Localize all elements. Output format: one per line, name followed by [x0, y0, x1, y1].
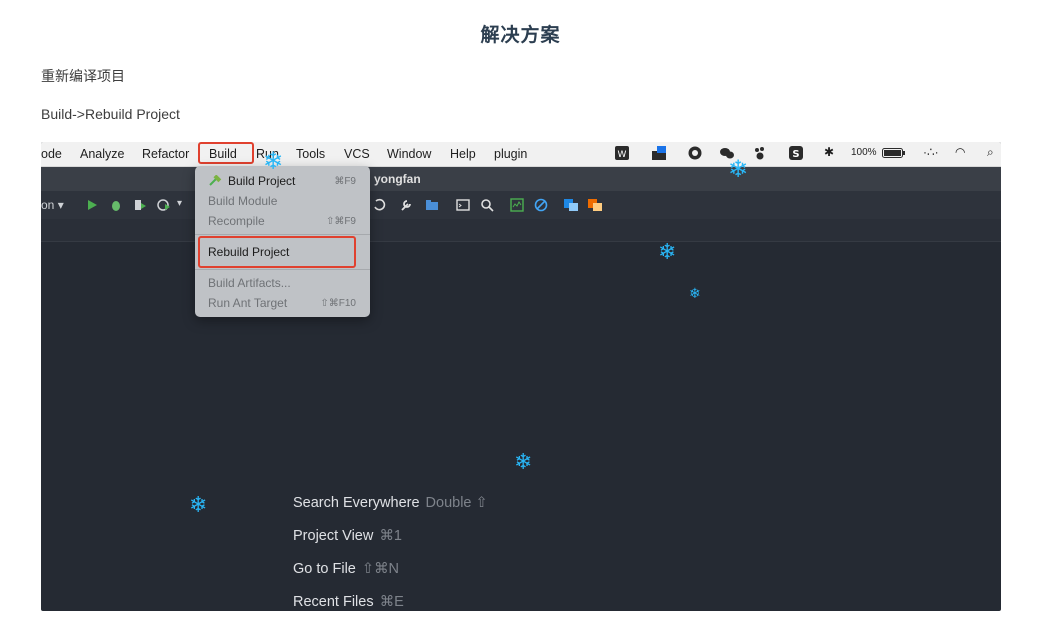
menu-item-build-artifacts[interactable]: Build Artifacts...	[208, 276, 291, 290]
snowflake-icon: ❄	[263, 148, 284, 175]
run-icon[interactable]	[85, 198, 99, 212]
run-config-selector[interactable]: on ▾	[41, 198, 64, 212]
dots-icon[interactable]: ·∴·	[923, 145, 939, 163]
paragraph-recompile: 重新编译项目	[41, 68, 125, 84]
search-icon[interactable]	[480, 198, 494, 212]
paw-icon[interactable]	[753, 146, 767, 160]
paragraph-menu-path: Build->Rebuild Project	[41, 106, 180, 122]
menu-item-recompile[interactable]: Recompile	[208, 214, 265, 228]
menu-tools[interactable]: Tools	[296, 147, 325, 161]
bluetooth-icon[interactable]: ✱	[824, 145, 834, 163]
translate-icon[interactable]	[564, 198, 578, 212]
ide-screenshot: ode Analyze Refactor Build Run Tools VCS…	[41, 142, 1001, 611]
hint-recent-files: Recent Files ⌘E	[293, 594, 404, 610]
menu-window[interactable]: Window	[387, 147, 431, 161]
terminal-icon[interactable]	[456, 198, 470, 212]
shortcut-run-ant-target: ⇧⌘F10	[320, 298, 356, 309]
snowflake-icon: ❄	[514, 449, 533, 474]
wrench-icon[interactable]	[399, 198, 413, 212]
project-name: yongfan	[374, 172, 421, 186]
svg-text:W: W	[618, 150, 627, 160]
project-structure-icon[interactable]	[425, 198, 439, 212]
battery-icon[interactable]	[882, 146, 906, 160]
menu-help[interactable]: Help	[450, 147, 476, 161]
snowflake-icon: ❄	[728, 156, 749, 183]
menu-vcs[interactable]: VCS	[344, 147, 370, 161]
ide-titlebar: yongfan	[41, 167, 1001, 191]
shortcut-recompile: ⇧⌘F9	[325, 216, 356, 227]
macos-menubar: ode Analyze Refactor Build Run Tools VCS…	[41, 142, 1001, 167]
menu-item-build-module[interactable]: Build Module	[208, 194, 277, 208]
hint-go-to-file: Go to File ⇧⌘N	[293, 561, 399, 577]
snowflake-icon: ❄	[658, 239, 677, 264]
s-app-icon[interactable]: S	[789, 146, 803, 160]
hint-project-view: Project View ⌘1	[293, 528, 402, 544]
menu-analyze[interactable]: Analyze	[80, 147, 124, 161]
hint-search-everywhere: Search Everywhere Double ⇧	[293, 495, 488, 511]
ide-navigation-bar	[41, 219, 1001, 242]
circle-app-icon[interactable]	[688, 146, 702, 160]
monitor-icon[interactable]	[510, 198, 524, 212]
menu-item-build-project[interactable]: Build Project	[228, 174, 295, 188]
spotlight-search-icon[interactable]: ⌕	[987, 145, 994, 163]
hammer-icon	[209, 175, 222, 186]
snowflake-icon: ❄	[189, 492, 208, 517]
translate-alt-icon[interactable]	[588, 198, 602, 212]
block-icon[interactable]	[534, 198, 548, 212]
menu-plugin[interactable]: plugin	[494, 147, 527, 161]
screen-icon[interactable]	[652, 146, 666, 160]
rebuild-project-highlight	[198, 236, 356, 268]
profile-icon[interactable]	[157, 198, 171, 212]
wifi-icon[interactable]: ◠	[955, 145, 965, 163]
build-dropdown-menu: Build Project ⌘F9 Build Module Recompile…	[195, 166, 370, 317]
coverage-icon[interactable]	[133, 198, 147, 212]
svg-text:S: S	[792, 149, 799, 160]
debug-icon[interactable]	[109, 198, 123, 212]
menu-build-highlight	[198, 142, 254, 164]
shortcut-build-project: ⌘F9	[334, 176, 356, 187]
menu-code[interactable]: ode	[41, 147, 62, 161]
undo-icon[interactable]	[372, 198, 386, 212]
page-title: 解决方案	[480, 25, 561, 46]
menu-separator	[195, 269, 370, 270]
menu-item-run-ant-target[interactable]: Run Ant Target	[208, 296, 287, 310]
battery-percent: 100%	[851, 147, 877, 158]
ide-toolbar: on ▾ ▾	[41, 191, 1001, 220]
wps-icon[interactable]: W	[615, 146, 629, 160]
snowflake-icon: ❄	[689, 285, 701, 301]
menu-refactor[interactable]: Refactor	[142, 147, 189, 161]
profile-dropdown-icon[interactable]: ▾	[177, 198, 182, 209]
menu-separator	[195, 234, 370, 235]
